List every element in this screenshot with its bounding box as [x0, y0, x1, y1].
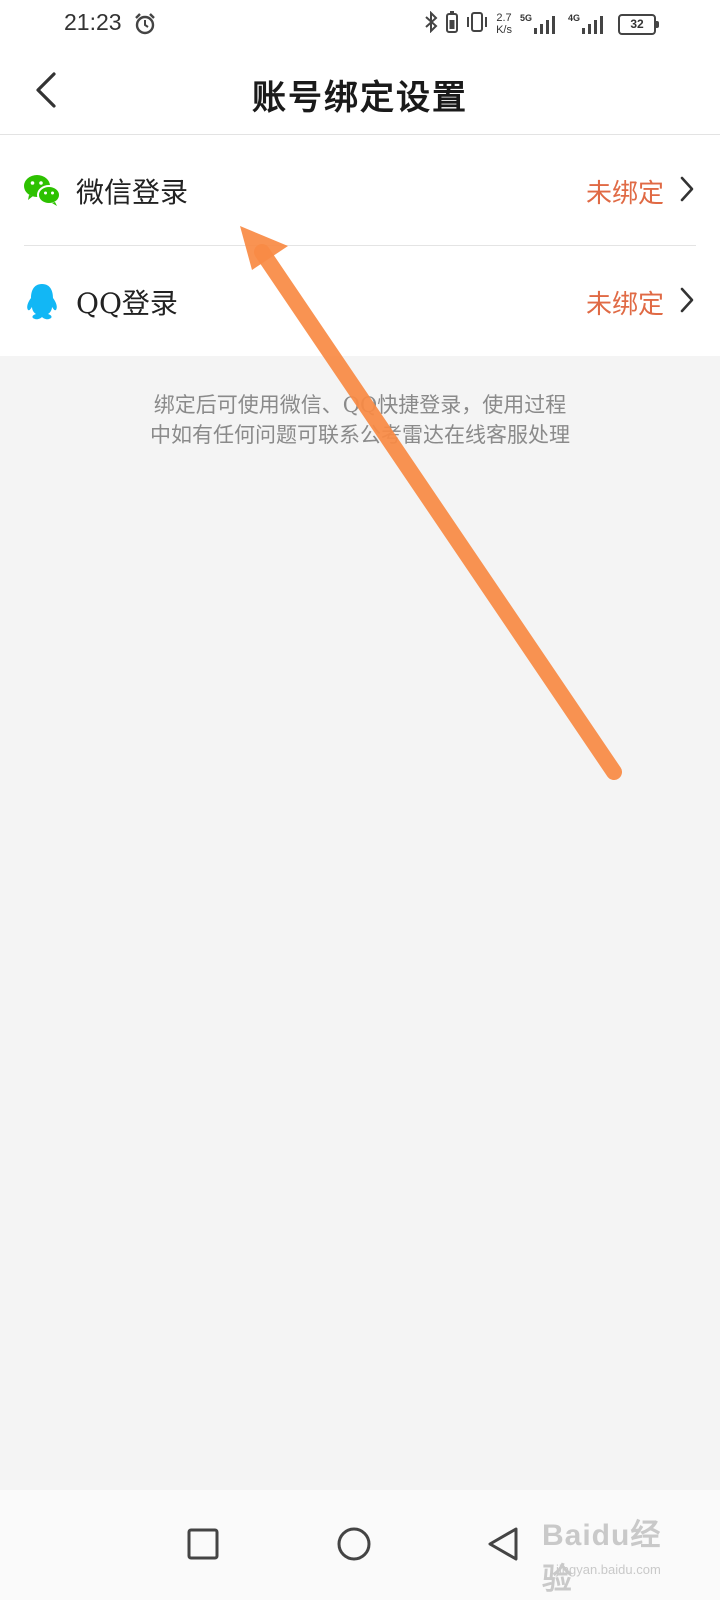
- app-header: 账号绑定设置: [0, 48, 720, 135]
- home-icon: [337, 1527, 371, 1561]
- status-icons: 2.7 K/s 5G 4G 32: [424, 8, 659, 40]
- qq-icon: [22, 282, 62, 322]
- wechat-icon: [22, 171, 62, 211]
- vibrate-icon: [466, 11, 488, 37]
- system-back-button[interactable]: [478, 1517, 532, 1571]
- qq-status: 未绑定: [585, 290, 664, 320]
- recent-apps-button[interactable]: [176, 1517, 230, 1571]
- home-button[interactable]: [327, 1517, 381, 1571]
- signal-4g: 4G: [568, 14, 608, 34]
- watermark-logo: Baidu经验: [542, 1519, 662, 1596]
- qq-binding-row[interactable]: QQ登录 未绑定: [24, 245, 696, 356]
- watermark-url: jingyan.baidu.com: [556, 1562, 661, 1577]
- note-line-1: 绑定后可使用微信、QQ快捷登录，使用过程: [153, 393, 567, 417]
- bluetooth-icon: [424, 10, 438, 37]
- binding-note: 绑定后可使用微信、QQ快捷登录，使用过程 中如有任何问题可联系公考雷达在线客服处…: [80, 390, 640, 450]
- net-type-5g: 5G: [519, 13, 532, 23]
- recent-apps-icon: [187, 1528, 219, 1560]
- speed-value: 2.7: [496, 12, 512, 24]
- wechat-login-label: 微信登录: [76, 176, 189, 209]
- baidu-watermark: Baidu经验 jingyan.baidu.com: [538, 1490, 678, 1600]
- back-triangle-icon: [488, 1527, 518, 1561]
- page-title: 账号绑定设置: [252, 78, 468, 118]
- chevron-right-icon: [678, 286, 696, 314]
- wechat-binding-row[interactable]: 微信登录 未绑定: [0, 135, 720, 245]
- net-type-4g: 4G: [567, 13, 580, 23]
- battery-indicator: 32: [618, 13, 659, 35]
- qq-login-label: QQ登录: [76, 287, 178, 320]
- network-speed: 2.7 K/s: [496, 12, 512, 36]
- wechat-status: 未绑定: [585, 179, 664, 209]
- status-bar: 21:23 2.7 K/s 5G 4G 32: [0, 0, 720, 48]
- speed-unit: K/s: [496, 24, 512, 36]
- chevron-right-icon: [678, 175, 696, 203]
- binding-list: 微信登录 未绑定 QQ登录 未绑定: [0, 135, 720, 356]
- alarm-icon: [134, 13, 156, 39]
- status-time: 21:23: [64, 9, 122, 35]
- battery-saver-icon: [446, 11, 459, 37]
- note-line-2: 中如有任何问题可联系公考雷达在线客服处理: [150, 423, 570, 447]
- signal-icon: [533, 16, 555, 34]
- signal-5g: 5G: [520, 14, 560, 34]
- signal-icon: [582, 16, 603, 34]
